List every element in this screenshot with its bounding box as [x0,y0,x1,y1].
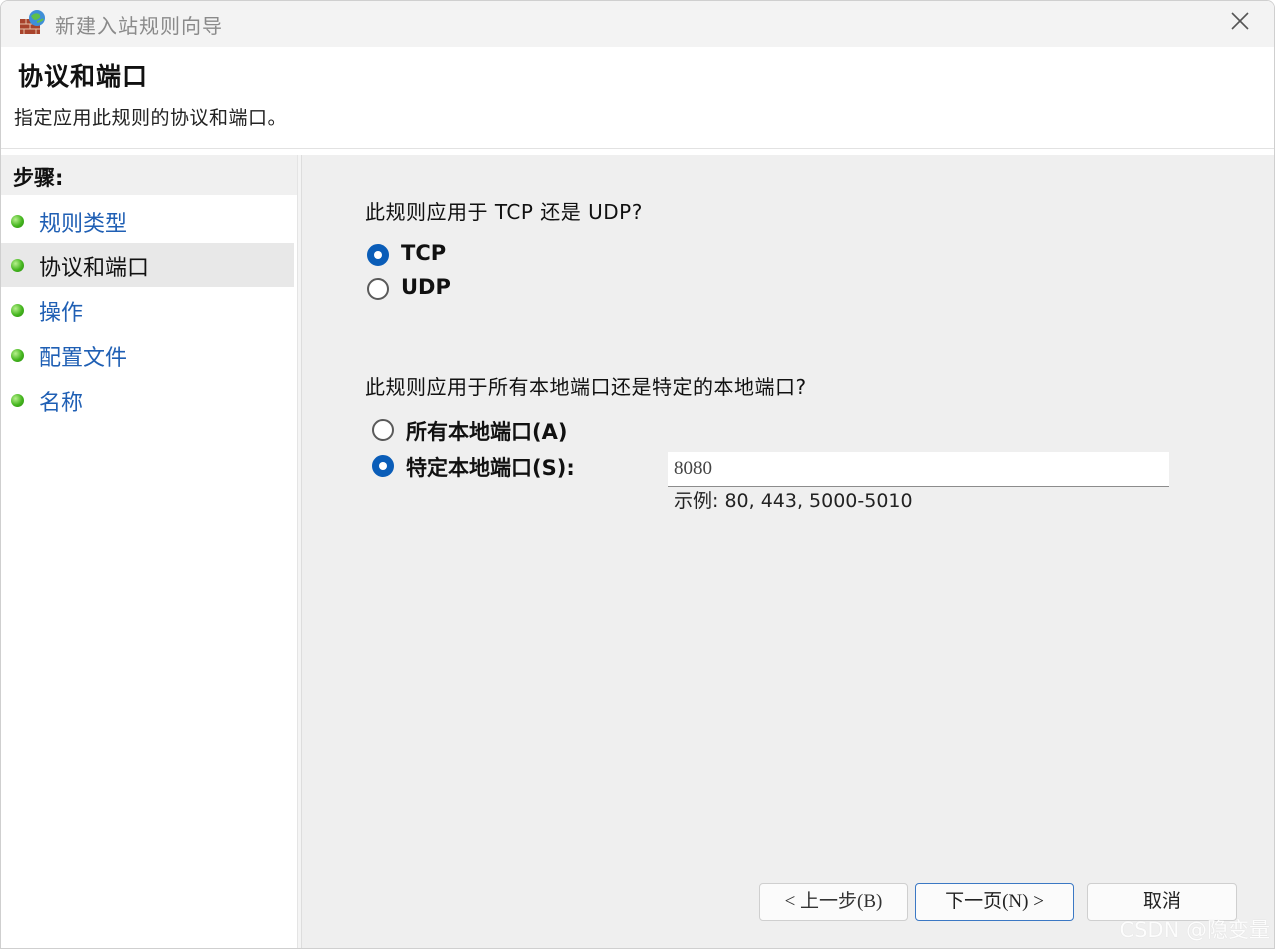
steps-label: 步骤: [13,166,64,190]
steps-sidebar: 步骤: 规则类型 协议和端口 操作 配置文件 名称 [1,155,297,948]
radio-circle [367,244,389,266]
green-dot-icon [11,215,24,228]
steps-header: 步骤: [1,155,297,195]
port-input[interactable] [668,452,1169,487]
port-question: 此规则应用于所有本地端口还是特定的本地端口? [365,375,807,399]
page-title: 协议和端口 [18,62,149,91]
close-icon [1231,12,1249,30]
wizard-header: 协议和端口 指定应用此规则的协议和端口。 [1,47,1274,149]
radio-circle [372,419,394,441]
next-button[interactable]: 下一页(N) > [915,883,1074,921]
firewall-icon [20,10,45,34]
sidebar-item-label: 操作 [39,301,84,326]
radio-circle [372,455,394,477]
sidebar-item-label: 规则类型 [39,212,128,237]
specific-local-ports-label: 特定本地端口(S): [406,456,575,480]
sidebar-item-protocol-port[interactable]: 协议和端口 [1,243,294,287]
green-dot-icon [11,259,24,272]
sidebar-item-action[interactable]: 操作 [1,288,294,332]
sidebar-item-label: 名称 [39,391,84,416]
sidebar-item-label: 协议和端口 [39,256,150,281]
sidebar-item-name[interactable]: 名称 [1,378,294,422]
watermark: CSDN @隐变量 [1119,918,1270,942]
all-local-ports-label: 所有本地端口(A) [406,420,568,444]
close-button[interactable] [1216,1,1262,45]
green-dot-icon [11,394,24,407]
green-dot-icon [11,349,24,362]
protocol-question: 此规则应用于 TCP 还是 UDP? [365,200,643,224]
sidebar-item-profile[interactable]: 配置文件 [1,333,294,377]
title-bar[interactable]: 新建入站规则向导 [1,1,1274,47]
radio-circle [367,278,389,300]
green-dot-icon [11,304,24,317]
tcp-radio-label: TCP [401,241,447,265]
main-content: 此规则应用于 TCP 还是 UDP? TCP UDP 此规则应用于所有本地端口还… [302,155,1274,948]
udp-radio-label: UDP [401,275,451,299]
sidebar-item-label: 配置文件 [39,346,128,371]
wizard-window: 新建入站规则向导 协议和端口 指定应用此规则的协议和端口。 步骤: 规则类型 协… [0,0,1275,949]
page-subtitle: 指定应用此规则的协议和端口。 [14,107,288,129]
sidebar-item-rule-type[interactable]: 规则类型 [1,199,294,243]
port-example-hint: 示例: 80, 443, 5000-5010 [674,490,913,512]
back-button[interactable]: < 上一步(B) [759,883,908,921]
window-title: 新建入站规则向导 [55,14,223,38]
